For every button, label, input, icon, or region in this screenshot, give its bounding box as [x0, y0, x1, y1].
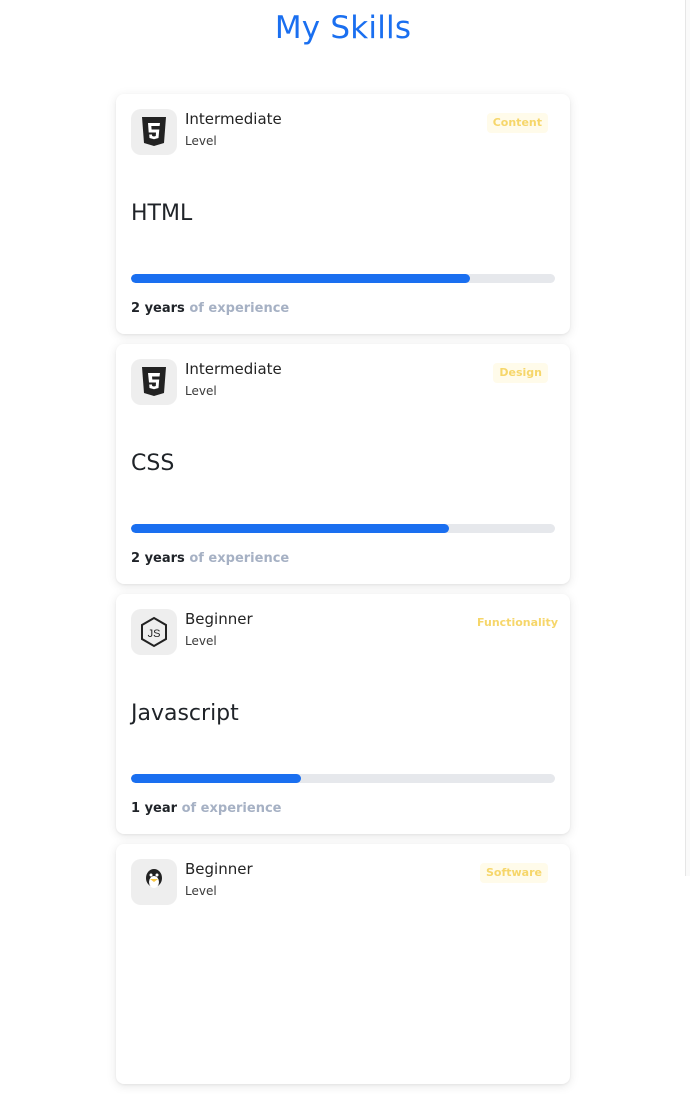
skill-level-label: Level [185, 884, 217, 898]
experience-suffix: of experience [177, 801, 282, 816]
experience-years: 2 years [131, 551, 185, 566]
linux-tux-icon [131, 859, 177, 905]
skill-name: HTML [131, 201, 193, 226]
category-badge: Design [493, 363, 548, 383]
skills-list: Intermediate Level Content HTML 2 years … [116, 94, 570, 1094]
category-badge: Functionality [477, 616, 558, 629]
experience-text: 2 years of experience [131, 301, 289, 316]
skill-level-label: Level [185, 384, 217, 398]
page-scrollbar[interactable] [685, 0, 690, 876]
experience-years: 2 years [131, 301, 185, 316]
skill-level: Beginner [185, 610, 253, 628]
skill-progress-fill [131, 774, 301, 783]
skill-card-javascript[interactable]: JS Beginner Level Functionality Javascri… [116, 594, 570, 834]
skill-card-linux[interactable]: Beginner Level Software [116, 844, 570, 1084]
skill-progress-bar [131, 274, 555, 283]
skill-progress-fill [131, 524, 449, 533]
skill-card-html[interactable]: Intermediate Level Content HTML 2 years … [116, 94, 570, 334]
skill-card-css[interactable]: Intermediate Level Design CSS 2 years of… [116, 344, 570, 584]
page-title: My Skills [274, 10, 412, 46]
skill-level-label: Level [185, 634, 217, 648]
skill-name: CSS [131, 451, 175, 476]
experience-text: 2 years of experience [131, 551, 289, 566]
skill-level: Beginner [185, 860, 253, 878]
skill-level: Intermediate [185, 110, 282, 128]
svg-text:JS: JS [148, 628, 161, 640]
experience-suffix: of experience [184, 551, 290, 566]
category-badge: Content [486, 113, 548, 133]
experience-text: 1 year of experience [131, 801, 281, 816]
skill-name: Javascript [131, 701, 239, 726]
experience-suffix: of experience [184, 301, 290, 316]
category-badge: Software [480, 863, 548, 883]
css3-icon [131, 359, 177, 405]
skill-progress-bar [131, 524, 555, 533]
skill-level-label: Level [185, 134, 217, 148]
html5-icon [131, 109, 177, 155]
experience-years: 1 year [131, 801, 178, 816]
skill-level: Intermediate [185, 360, 282, 378]
skill-progress-bar [131, 774, 555, 783]
skill-progress-fill [131, 274, 471, 283]
nodejs-icon: JS [131, 609, 177, 655]
